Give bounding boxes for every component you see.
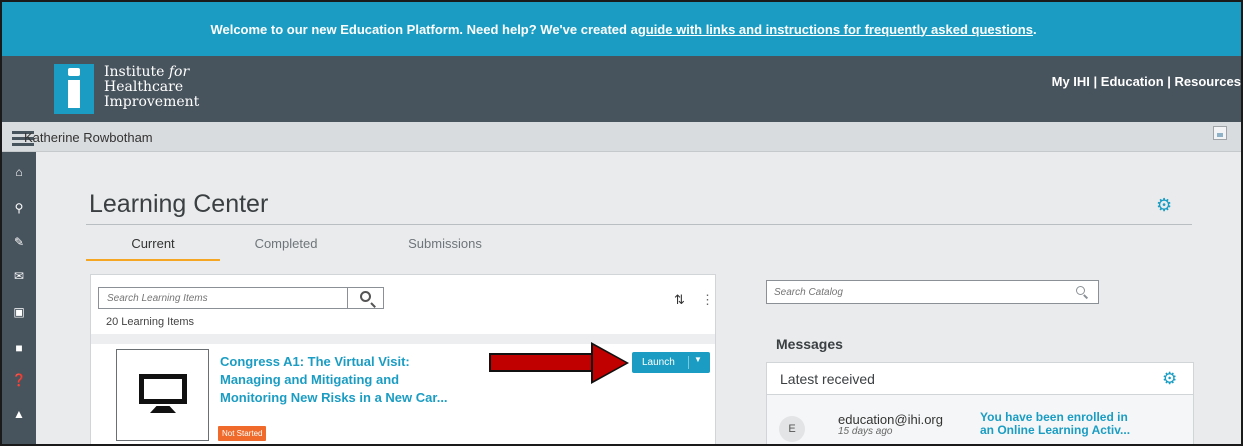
settings-gear-icon[interactable]: ⚙ [1156, 196, 1174, 214]
message-sender: education@ihi.org [838, 412, 943, 427]
avatar: E [779, 416, 805, 442]
message-subject-link[interactable]: You have been enrolled in an Online Lear… [980, 411, 1140, 444]
home-icon[interactable]: ⌂ [2, 162, 36, 182]
more-options-icon[interactable]: ⋮ [701, 292, 714, 308]
logo-line3: Improvement [104, 94, 200, 110]
welcome-banner: Welcome to our new Education Platform. N… [2, 2, 1241, 56]
search-icon[interactable]: ⚲ [2, 198, 36, 218]
message-time: 15 days ago [838, 426, 893, 437]
launch-button[interactable]: Launch ▼ [632, 352, 710, 373]
latest-received-label: Latest received [780, 371, 875, 387]
banner-end: . [1032, 21, 1037, 37]
logo-line2: Healthcare [104, 79, 184, 95]
active-tab-indicator [86, 259, 220, 261]
monitor-icon [139, 374, 187, 404]
learning-search-input[interactable] [99, 288, 349, 308]
status-badge: Not Started [218, 426, 267, 441]
tab-completed[interactable]: Completed [226, 234, 346, 262]
learning-item-title[interactable]: Congress A1: The Virtual Visit: Managing… [220, 353, 465, 407]
tab-current-label: Current [131, 236, 175, 251]
catalog-search [766, 280, 1099, 304]
messages-settings-gear-icon[interactable]: ⚙ [1162, 370, 1177, 387]
messages-title: Messages [776, 336, 843, 352]
banner-text: Welcome to our new Education Platform. N… [210, 21, 638, 37]
annotation-arrow [489, 342, 629, 384]
sort-icon[interactable]: ⇅ [674, 292, 685, 308]
my-ihi-link[interactable]: My IHI [1052, 74, 1090, 89]
app-window: Welcome to our new Education Platform. N… [0, 0, 1243, 446]
tab-submissions-label: Submissions [408, 236, 482, 251]
title-divider [86, 224, 1192, 225]
top-nav-links: My IHI | Education | Resources [1052, 74, 1241, 89]
education-link[interactable]: Education [1101, 74, 1164, 89]
user-bar: Katherine Rowbotham [2, 122, 1241, 152]
logo-i-dot [68, 68, 80, 76]
catalog-search-icon[interactable] [1076, 286, 1085, 295]
broken-image-icon [1213, 126, 1227, 140]
launch-divider [688, 356, 689, 369]
left-nav-rail: ⌂ ⚲ ✎ ✉ ▣ ■ ❓ ▲ [2, 152, 36, 444]
logo-line1: Institute [104, 64, 165, 80]
ihi-logo-icon[interactable] [54, 64, 94, 114]
item-thumbnail[interactable] [116, 349, 209, 441]
monitor-stand [150, 406, 176, 413]
chevron-down-icon[interactable]: ▼ [694, 355, 702, 364]
learning-search-button[interactable] [347, 288, 383, 308]
items-count: 20 Learning Items [106, 316, 195, 328]
tab-completed-label: Completed [254, 236, 318, 251]
faq-guide-link[interactable]: guide with links and instructions for fr… [638, 22, 1033, 37]
logo-i-stem [68, 80, 80, 108]
document-icon[interactable]: ■ [2, 338, 36, 358]
catalog-search-input[interactable] [767, 281, 1057, 303]
briefcase-icon[interactable]: ▣ [2, 302, 36, 322]
tab-submissions[interactable]: Submissions [370, 234, 520, 262]
bell-icon[interactable]: ▲ [2, 404, 36, 424]
username: Katherine Rowbotham [24, 130, 153, 145]
edit-icon[interactable]: ✎ [2, 232, 36, 252]
tab-current[interactable]: Current [86, 234, 220, 262]
logo-text[interactable]: Institute for Healthcare Improvement [104, 65, 199, 110]
nav-separator: | [1163, 74, 1175, 89]
page-title: Learning Center [89, 190, 269, 218]
arrow-head [591, 342, 629, 384]
logo-line1-italic: for [168, 64, 190, 80]
site-header: Institute for Healthcare Improvement My … [2, 56, 1241, 122]
magnifier-icon [360, 291, 371, 302]
launch-label: Launch [642, 357, 675, 368]
resources-link[interactable]: Resources [1175, 74, 1241, 89]
mail-icon[interactable]: ✉ [2, 266, 36, 286]
help-icon[interactable]: ❓ [2, 370, 36, 390]
learning-search [98, 287, 384, 309]
learning-tabs: Current Completed Submissions [86, 234, 526, 262]
arrow-body [489, 353, 595, 372]
nav-separator: | [1089, 74, 1101, 89]
